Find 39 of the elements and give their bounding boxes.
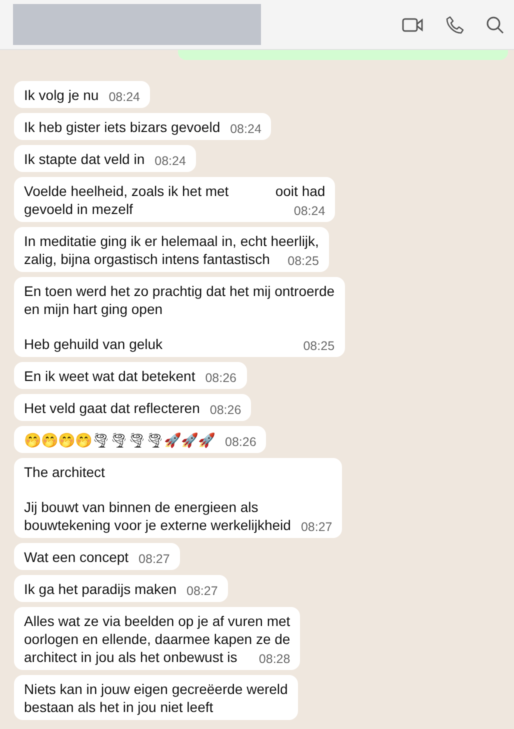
message-text: En toen werd het zo prachtig dat het mij ontroerde: [24, 282, 335, 300]
message-text: Ik volg je nu: [24, 86, 99, 104]
search-icon[interactable]: [486, 16, 504, 34]
message-text: Niets kan in jouw eigen gecreëerde wereld: [24, 680, 288, 698]
message-time: 08:24: [108, 90, 140, 104]
message-time: 08:25: [303, 339, 335, 353]
message-text: Ik heb gister iets bizars gevoeld: [24, 118, 220, 136]
message-time: 08:25: [288, 254, 319, 268]
message-text: Jij bouwt van binnen de energieen als: [24, 498, 258, 516]
message-text: oorlogen en ellende, daarmee kapen ze de: [24, 630, 290, 648]
message-time: 08:27: [300, 520, 332, 534]
message-text: bouwtekening voor je externe werkelijkheid: [24, 516, 291, 534]
message-text: Ik ga het paradijs maken: [24, 580, 177, 598]
message-time: 08:24: [230, 122, 262, 136]
video-call-icon[interactable]: [402, 16, 424, 32]
message-text: zalig, bijna orgastisch intens fantastisch: [24, 250, 270, 268]
message-text: Ik stapte dat veld in: [24, 150, 145, 168]
message-time: 08:27: [186, 584, 218, 598]
message-text: bestaan als het in jou niet leeft: [24, 698, 214, 716]
message-text: 🤭🤭🤭🤭🌪🌪🌪🌪🚀🚀🚀: [24, 431, 215, 449]
message-time: 08:26: [205, 371, 236, 385]
message-text: en mijn hart ging open: [24, 300, 163, 318]
message-text: The architect: [24, 463, 105, 481]
message-time: 08:24: [154, 154, 186, 168]
message-text: Alles wat ze via beelden op je af vuren met: [24, 612, 290, 630]
message-text: In meditatie ging ik er helemaal in, echt heerlijk,: [24, 232, 319, 250]
message-text: Het veld gaat dat reflecteren: [24, 399, 200, 417]
phone-icon[interactable]: [446, 16, 464, 34]
message-time: 08:26: [210, 403, 242, 417]
message-text: gevoeld in mezelf: [24, 200, 133, 218]
message-text: Voelde heelheid, zoals ik het met ooit had: [24, 182, 326, 200]
message-time: 08:28: [258, 652, 290, 666]
message-time: 08:26: [225, 435, 256, 449]
message-time: 08:27: [138, 552, 170, 566]
message-text: En ik weet wat dat betekent: [24, 367, 196, 385]
message-text: Heb gehuild van geluk: [24, 335, 163, 353]
message-text: Wat een concept: [24, 548, 129, 566]
message-time: 08:24: [294, 204, 326, 218]
message-text: architect in jou als het onbewust is: [24, 648, 238, 666]
